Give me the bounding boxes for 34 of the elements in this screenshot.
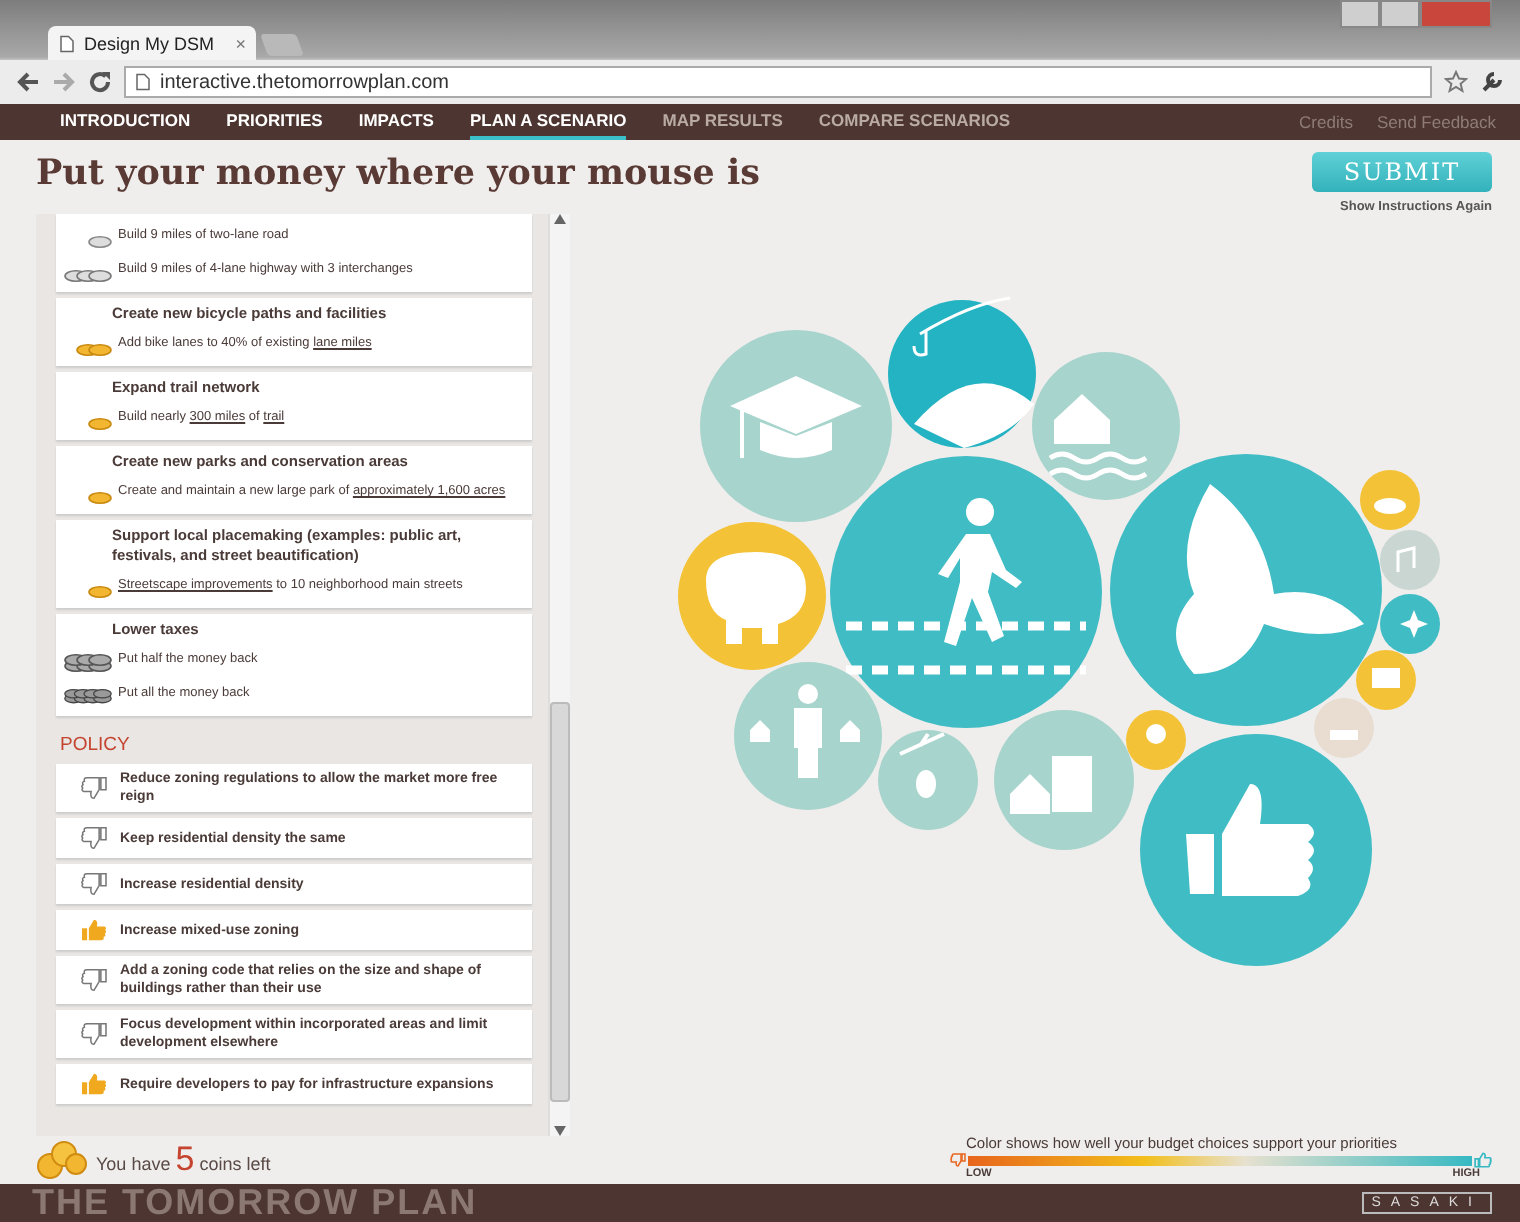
brand-logo: THE TOMORROW PLAN: [32, 1184, 478, 1222]
scroll-down-icon[interactable]: [554, 1126, 566, 1136]
scroll-up-icon[interactable]: [554, 214, 566, 224]
minimize-button[interactable]: [1340, 0, 1380, 28]
thumbs-up-icon[interactable]: [80, 918, 108, 942]
thumbs-up-icon: [1474, 1152, 1492, 1168]
address-field[interactable]: interactive.thetomorrowplan.com: [124, 66, 1432, 98]
thumbs-down-icon[interactable]: [80, 776, 108, 800]
thumbs-down-icon[interactable]: [80, 872, 108, 896]
page-icon: [134, 72, 152, 92]
wrench-icon[interactable]: [1480, 70, 1504, 94]
browser-tab[interactable]: Design My DSM ×: [48, 26, 256, 60]
thumbs-down-icon: [950, 1152, 966, 1168]
nav-tab[interactable]: IMPACTS: [358, 104, 434, 140]
coins-left-text: You have 5 coins left: [96, 1140, 271, 1180]
nav-tab[interactable]: INTRODUCTION: [60, 104, 191, 140]
thumbs-down-icon[interactable]: [80, 1022, 108, 1046]
nav-tab[interactable]: PRIORITIES: [226, 104, 323, 140]
page-icon: [58, 33, 76, 53]
scrollbar[interactable]: [548, 214, 570, 1136]
nav-tab[interactable]: PLAN A SCENARIO: [469, 104, 627, 140]
forward-icon[interactable]: [52, 70, 76, 94]
page-heading: Put your money where your mouse is: [36, 154, 760, 198]
star-icon[interactable]: [1444, 70, 1468, 94]
thumbs-down-icon[interactable]: [80, 826, 108, 850]
section-heading: POLICY: [60, 734, 132, 756]
tab-close-button[interactable]: ×: [235, 33, 246, 53]
thumbs-up-icon[interactable]: [80, 1072, 108, 1096]
coins-icon: [36, 1140, 88, 1180]
tab-title: Design My DSM: [84, 33, 217, 53]
reload-icon[interactable]: [88, 70, 112, 94]
back-icon[interactable]: [16, 70, 40, 94]
maximize-button[interactable]: [1380, 0, 1420, 28]
thumbs-down-icon[interactable]: [80, 968, 108, 992]
